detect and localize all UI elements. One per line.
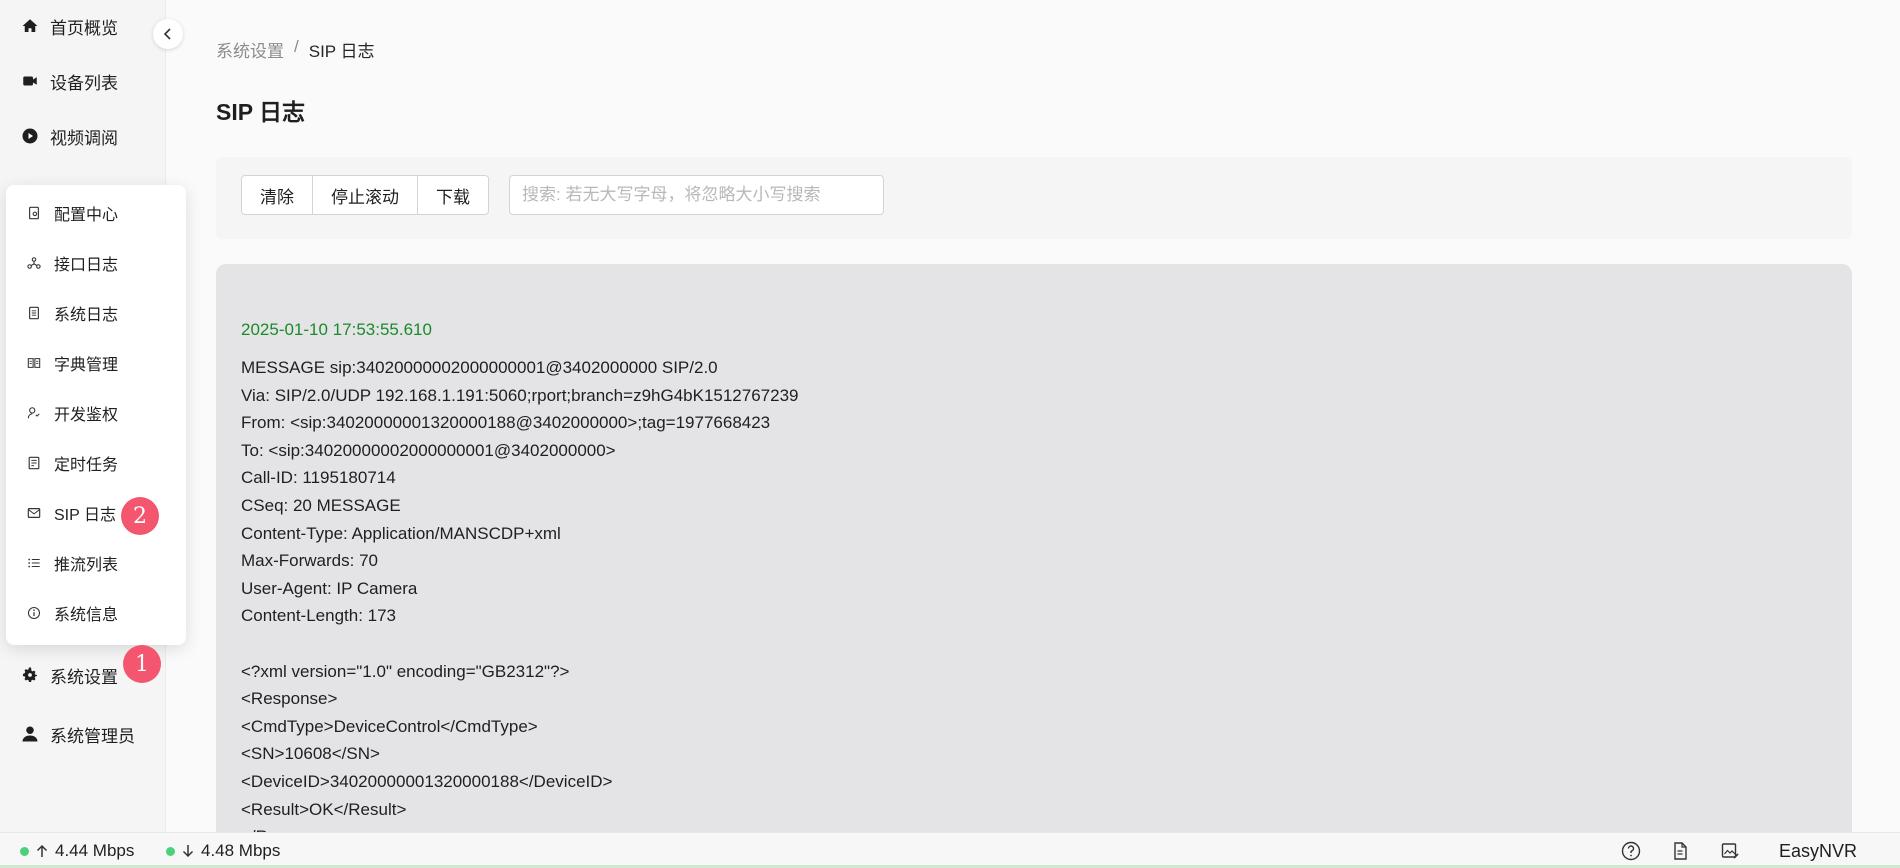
log-line: <Result>OK</Result> bbox=[241, 799, 407, 819]
breadcrumb-current: SIP 日志 bbox=[308, 42, 375, 61]
submenu-item-schedule[interactable]: 定时任务 bbox=[26, 450, 118, 476]
submenu-item-label: 系统信息 bbox=[54, 607, 119, 624]
submenu-item-api-log[interactable]: 接口日志 bbox=[26, 250, 118, 276]
breadcrumb-separator: / bbox=[294, 37, 299, 56]
chevron-left-icon bbox=[163, 28, 171, 40]
download-rate: 4.48 Mbps bbox=[166, 841, 280, 861]
sidebar-item-label: 系统设置 bbox=[50, 667, 118, 687]
sidebar-item-settings[interactable]: 系统设置 bbox=[20, 661, 118, 689]
log-line: Content-Type: Application/MANSCDP+xml bbox=[241, 523, 561, 543]
user-icon bbox=[20, 724, 40, 744]
log-icon bbox=[26, 305, 42, 321]
submenu-item-sip-log[interactable]: SIP 日志 bbox=[26, 500, 116, 526]
submenu-item-label: 系统日志 bbox=[54, 307, 119, 324]
sidebar-item-label: 视频调阅 bbox=[50, 128, 118, 148]
submenu-item-label: 配置中心 bbox=[54, 207, 119, 224]
sidebar-item-home[interactable]: 首页概览 bbox=[20, 12, 118, 40]
main-content: 系统设置 / SIP 日志 SIP 日志 清除 停止滚动 下载 2025-01-… bbox=[166, 0, 1900, 832]
breadcrumb: 系统设置 / SIP 日志 bbox=[216, 37, 375, 62]
online-dot bbox=[20, 846, 29, 856]
log-content: MESSAGE sip:34020000002000000001@3402000… bbox=[241, 354, 799, 832]
submenu-item-label: 定时任务 bbox=[54, 457, 119, 474]
sidebar-item-label: 设备列表 bbox=[50, 73, 118, 93]
camera-icon bbox=[20, 71, 40, 91]
submenu-item-label: 开发鉴权 bbox=[54, 407, 119, 424]
log-line: <CmdType>DeviceControl</CmdType> bbox=[241, 716, 538, 736]
log-line: Call-ID: 1195180714 bbox=[241, 468, 396, 488]
log-line: </Response> bbox=[241, 823, 799, 832]
download-button[interactable]: 下载 bbox=[418, 175, 489, 215]
log-line: <DeviceID>34020000001320000188</DeviceID… bbox=[241, 771, 613, 791]
log-line: Via: SIP/2.0/UDP 192.168.1.191:5060;rpor… bbox=[241, 385, 799, 405]
submenu-item-label: 推流列表 bbox=[54, 557, 119, 574]
sidebar-item-admin[interactable]: 系统管理员 bbox=[20, 720, 135, 748]
submenu-item-dictionary[interactable]: 字典管理 bbox=[26, 350, 118, 376]
action-buttons: 清除 停止滚动 下载 bbox=[241, 175, 489, 215]
auth-icon bbox=[26, 405, 42, 421]
status-bar: 4.44 Mbps 4.48 Mbps EasyNVR bbox=[0, 832, 1900, 868]
log-timestamp: 2025-01-10 17:53:55.610 bbox=[241, 320, 432, 339]
log-line: <Response> bbox=[241, 689, 338, 709]
log-line: From: <sip:34020000001320000188@34020000… bbox=[241, 413, 771, 433]
submenu-item-config[interactable]: 配置中心 bbox=[26, 200, 118, 226]
mail-icon bbox=[26, 505, 42, 521]
online-dot bbox=[166, 846, 175, 856]
log-panel[interactable]: 2025-01-10 17:53:55.610 MESSAGE sip:3402… bbox=[216, 264, 1852, 832]
stop-scroll-button[interactable]: 停止滚动 bbox=[313, 175, 418, 215]
image-edit-icon[interactable] bbox=[1719, 840, 1741, 862]
log-line: <?xml version="1.0" encoding="GB2312"?> bbox=[241, 661, 570, 681]
submenu-item-label: 接口日志 bbox=[54, 257, 119, 274]
log-line: CSeq: 20 MESSAGE bbox=[241, 495, 401, 515]
toolbar: 清除 停止滚动 下载 bbox=[216, 157, 1852, 239]
log-line: Content-Length: 173 bbox=[241, 606, 397, 626]
list-icon bbox=[26, 555, 42, 571]
log-line: Max-Forwards: 70 bbox=[241, 551, 378, 571]
search-input[interactable] bbox=[509, 175, 884, 215]
schedule-icon bbox=[26, 455, 42, 471]
log-line: To: <sip:34020000002000000001@3402000000… bbox=[241, 440, 616, 460]
brand-label: EasyNVR bbox=[1779, 841, 1858, 861]
submenu-item-stream-list[interactable]: 推流列表 bbox=[26, 550, 118, 576]
download-rate-value: 4.48 Mbps bbox=[201, 841, 281, 860]
page-title: SIP 日志 bbox=[216, 99, 306, 125]
submenu-item-system-log[interactable]: 系统日志 bbox=[26, 300, 118, 326]
api-icon bbox=[26, 255, 42, 271]
clear-button[interactable]: 清除 bbox=[241, 175, 313, 215]
upload-rate: 4.44 Mbps bbox=[20, 841, 134, 861]
breadcrumb-parent[interactable]: 系统设置 bbox=[216, 37, 284, 62]
collapse-sidebar-button[interactable] bbox=[153, 19, 183, 49]
upload-rate-value: 4.44 Mbps bbox=[55, 841, 135, 860]
submenu-item-label: 字典管理 bbox=[54, 357, 119, 374]
arrow-up-icon bbox=[36, 844, 48, 857]
settings-submenu: 配置中心 接口日志 系统日志 字典管理 开发鉴权 定时任务 SIP 日志 推流列… bbox=[6, 185, 186, 645]
log-line: <SN>10608</SN> bbox=[241, 744, 380, 764]
submenu-item-label: SIP 日志 bbox=[54, 507, 116, 524]
book-icon bbox=[26, 355, 42, 371]
sidebar-item-video[interactable]: 视频调阅 bbox=[20, 122, 118, 150]
config-icon bbox=[26, 205, 42, 221]
log-line: MESSAGE sip:34020000002000000001@3402000… bbox=[241, 358, 718, 377]
step-badge: 2 bbox=[121, 497, 159, 535]
sidebar-item-devices[interactable]: 设备列表 bbox=[20, 67, 118, 95]
arrow-down-icon bbox=[182, 845, 194, 858]
submenu-item-dev-auth[interactable]: 开发鉴权 bbox=[26, 400, 118, 426]
play-icon bbox=[20, 126, 40, 146]
step-badge: 1 bbox=[123, 645, 161, 683]
sidebar-item-label: 首页概览 bbox=[50, 18, 118, 38]
info-icon bbox=[26, 605, 42, 621]
log-line: User-Agent: IP Camera bbox=[241, 578, 418, 598]
gear-icon bbox=[20, 665, 40, 685]
sidebar-item-label: 系统管理员 bbox=[50, 726, 135, 746]
help-icon[interactable] bbox=[1620, 840, 1642, 862]
submenu-item-system-info[interactable]: 系统信息 bbox=[26, 600, 118, 626]
home-icon bbox=[20, 16, 40, 36]
document-icon[interactable] bbox=[1669, 840, 1691, 862]
